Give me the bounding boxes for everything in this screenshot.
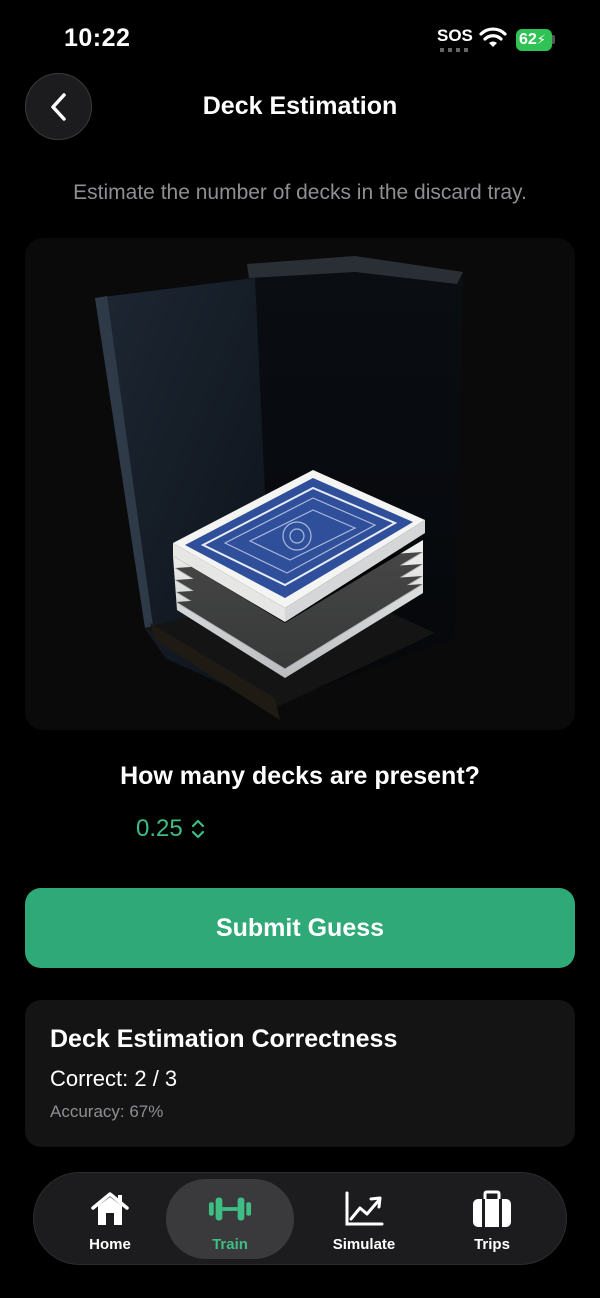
question-text: How many decks are present? bbox=[120, 762, 480, 790]
chevron-up-down-icon bbox=[191, 819, 204, 839]
wifi-icon bbox=[479, 27, 507, 47]
instruction-text: Estimate the number of decks in the disc… bbox=[73, 181, 527, 204]
correctness-title: Deck Estimation Correctness bbox=[50, 1025, 398, 1053]
page-title: Deck Estimation bbox=[202, 92, 398, 120]
tab-trips[interactable]: Trips bbox=[428, 1179, 556, 1259]
signal-dots-icon bbox=[440, 48, 468, 52]
correct-count: Correct: 2 / 3 bbox=[50, 1066, 178, 1091]
submit-guess-button[interactable]: Submit Guess bbox=[25, 888, 575, 968]
tab-train-label: Train bbox=[212, 1236, 248, 1253]
tab-home-label: Home bbox=[89, 1236, 131, 1253]
deck-count-value: 0.25 bbox=[136, 815, 183, 842]
status-bar: 10:22 SOS 62⚡ bbox=[0, 0, 600, 80]
briefcase-icon bbox=[470, 1190, 514, 1228]
tab-simulate[interactable]: Simulate bbox=[300, 1179, 428, 1259]
deck-count-picker[interactable]: 0.25 bbox=[136, 815, 205, 843]
tab-home[interactable]: Home bbox=[46, 1179, 174, 1259]
tab-train[interactable]: Train bbox=[166, 1179, 294, 1259]
accuracy-text: Accuracy: 67% bbox=[50, 1102, 164, 1121]
sos-indicator: SOS bbox=[437, 26, 473, 45]
discard-tray-illustration bbox=[95, 256, 463, 720]
discard-tray-image bbox=[25, 238, 575, 730]
tab-trips-label: Trips bbox=[474, 1236, 510, 1253]
chart-line-icon bbox=[342, 1190, 386, 1228]
battery-tip bbox=[552, 35, 555, 44]
tab-bar: Home Train Simulate Trips bbox=[33, 1172, 567, 1265]
dumbbell-icon bbox=[208, 1190, 252, 1228]
correctness-card: Deck Estimation Correctness Correct: 2 /… bbox=[25, 1000, 575, 1147]
battery-level: 62 bbox=[519, 31, 537, 48]
home-icon bbox=[88, 1190, 132, 1228]
tab-simulate-label: Simulate bbox=[332, 1236, 396, 1253]
status-time: 10:22 bbox=[64, 24, 131, 52]
battery-icon: 62⚡ bbox=[516, 29, 552, 51]
